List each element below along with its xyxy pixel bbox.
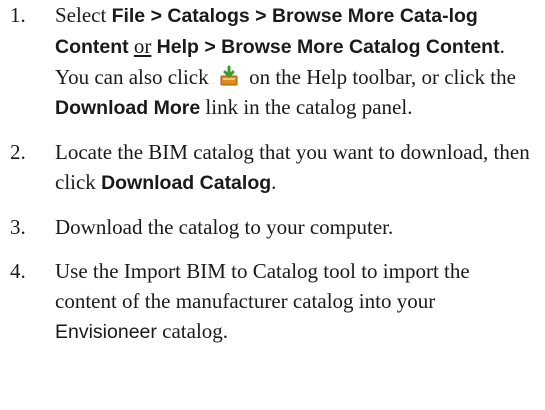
step-text: link in the catalog panel. [200,95,413,119]
step-text: Use the Import BIM to Catalog tool to im… [55,259,470,313]
or-connector: or [133,34,152,58]
step-text: on the Help toolbar, or click the [243,65,516,89]
step-number: 4. [10,259,26,283]
step-number: 3. [10,215,26,239]
download-catalog-icon [218,65,240,87]
step-3: 3. Download the catalog to your computer… [0,212,545,242]
step-4: 4. Use the Import BIM to Catalog tool to… [0,256,545,347]
step-number: 2. [10,140,26,164]
step-text: . [271,170,277,194]
step-text: Download the catalog to your computer. [55,215,394,239]
product-name: Envisioneer [55,321,157,343]
download-more-link: Download More [55,97,201,119]
step-1: 1. Select File > Catalogs > Browse More … [0,0,545,123]
menu-path-help: Help > Browse More Catalog Content [156,36,500,58]
download-catalog-button-label: Download Catalog [101,172,272,194]
step-text: Select [55,3,112,27]
step-2: 2. Locate the BIM catalog that you want … [0,137,545,198]
step-text: catalog. [156,319,229,343]
instruction-steps: 1. Select File > Catalogs > Browse More … [0,0,545,361]
step-number: 1. [10,3,26,27]
